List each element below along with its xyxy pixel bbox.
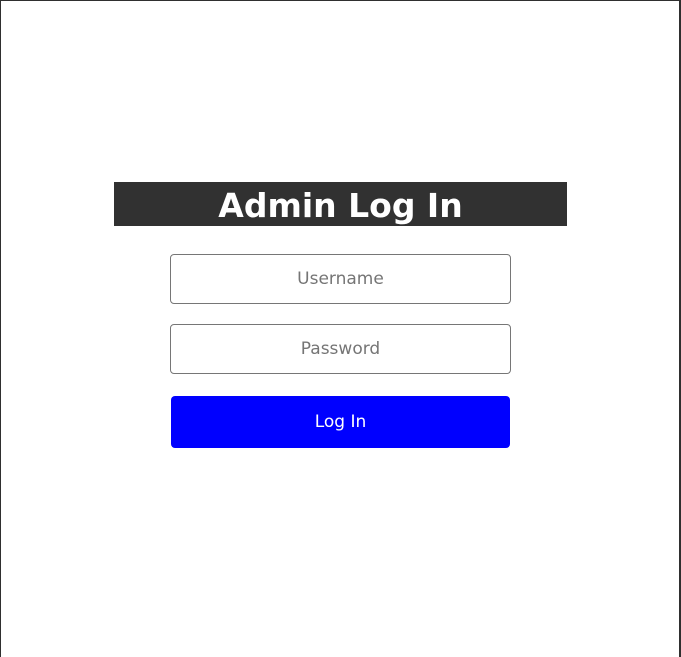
password-input[interactable] [170,324,511,374]
page-frame: Admin Log In Log In [0,0,681,657]
title-banner: Admin Log In [114,182,567,226]
login-button[interactable]: Log In [171,396,510,448]
username-input[interactable] [170,254,511,304]
page-title: Admin Log In [218,186,463,225]
